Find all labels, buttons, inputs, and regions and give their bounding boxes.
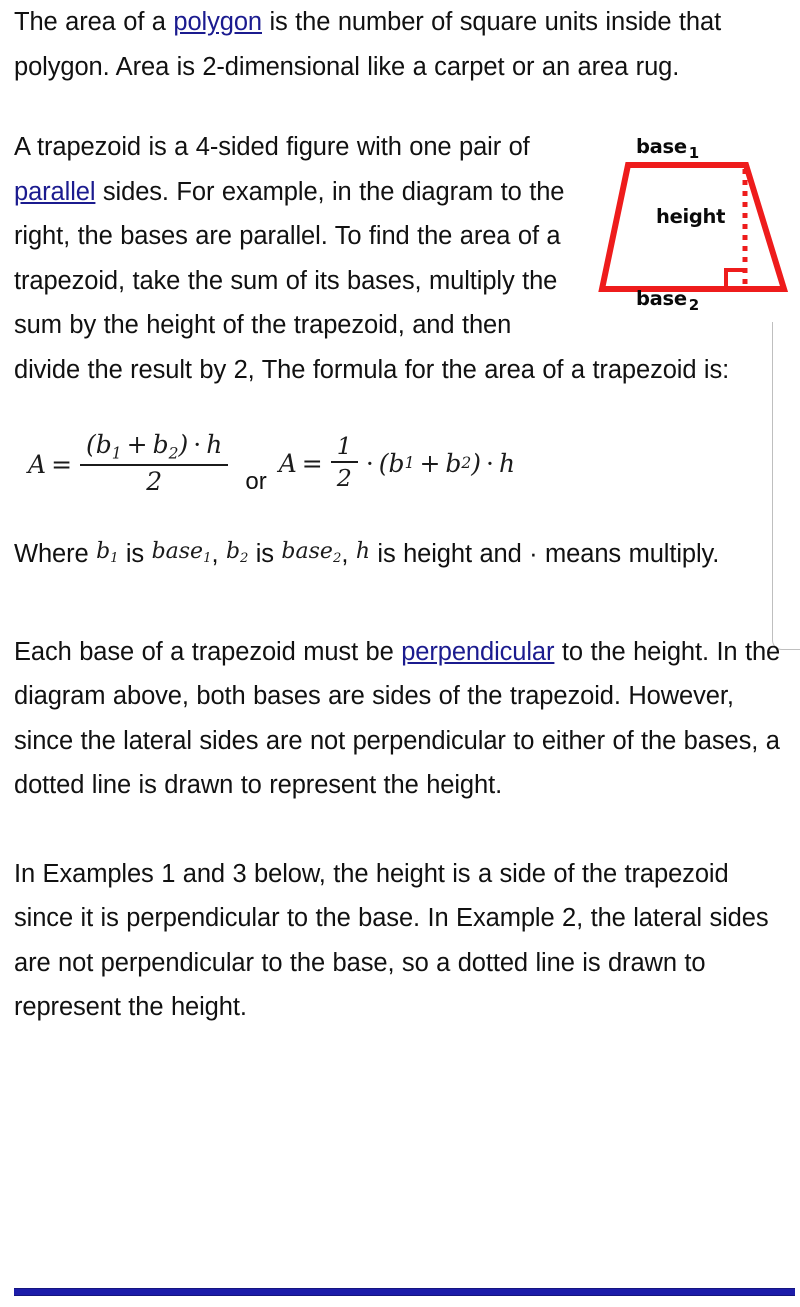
formula-1-b1: b [95, 430, 112, 459]
formula-1-dot: · [193, 430, 202, 459]
formula-2-b1: b [388, 448, 405, 478]
formula-2-b2-sub: 2 [461, 454, 472, 473]
formula-or-separator: or [245, 468, 267, 496]
formula-1-b1-sub: 1 [111, 444, 122, 463]
legend-is-2: is [248, 540, 282, 569]
formula-2-plus: + [419, 448, 441, 478]
formula-2-one-half: 1 2 [330, 432, 358, 492]
formula-2-dot-2: · [486, 448, 494, 478]
formula-1-equals: = [51, 449, 73, 479]
formula-1-A: A [28, 449, 47, 479]
formula-1-denominator: 2 [80, 463, 229, 497]
figure-label-base2: base 2 [636, 287, 699, 314]
article-page: The area of a polygon is the number of s… [0, 0, 800, 1307]
formula-2-A: A [278, 448, 297, 478]
paragraph-2-text-before-link: A trapezoid is a 4-sided figure with one… [14, 133, 530, 161]
legend-h-symbol: h [355, 539, 370, 565]
legend-base2-sub: 2 [332, 551, 342, 567]
paragraph-examples-note: In Examples 1 and 3 below, the height is… [14, 859, 769, 1022]
bottom-divider-rule [14, 1288, 795, 1296]
link-polygon[interactable]: polygon [173, 8, 262, 36]
legend-comma-2: , [341, 540, 356, 569]
link-perpendicular[interactable]: perpendicular [401, 638, 554, 666]
formula-1-open-paren: ( [86, 430, 96, 459]
legend-base1-word: base [151, 539, 204, 565]
legend-comma-1: , [211, 540, 226, 569]
formula-1-plus: + [126, 430, 148, 459]
formula-2-b1-sub: 1 [404, 454, 415, 473]
legend-b2-var: b [225, 539, 240, 565]
figure-label-base1-word: base [636, 135, 687, 158]
formula-1-b2: b [152, 430, 169, 459]
legend-b1-symbol: b1 [96, 539, 119, 567]
formula-2-b2: b [445, 448, 462, 478]
legend-b2-sub: 2 [239, 551, 249, 567]
right-angle-marker [724, 268, 745, 288]
formula-1-b2-sub: 2 [168, 444, 179, 463]
formula-1-close-paren: ) [178, 430, 189, 459]
formula-half-form: A = 1 2 ·(b 1 + b 2) · h [279, 432, 515, 492]
paragraph-area-definition: The area of a polygon is the number of s… [14, 0, 794, 89]
paragraph-perpendicular-rule: Each base of a trapezoid must be perpend… [14, 630, 794, 808]
legend-base2-word: base [281, 539, 333, 565]
article-content: The area of a polygon is the number of s… [0, 0, 800, 1030]
legend-b1-var: b [96, 539, 111, 565]
legend-where-word: Where [14, 540, 97, 569]
formula-2-close-paren: ) [471, 448, 482, 478]
legend-is-1: is [118, 540, 152, 569]
legend-b2-symbol: b2 [225, 539, 249, 567]
figure-label-base1: base 1 [636, 135, 699, 162]
formula-2-denominator: 2 [330, 460, 358, 492]
formula-1-fraction: (b1 + b2) · h 2 [80, 430, 229, 497]
formula-fraction-form: A = (b1 + b2) · h 2 [28, 430, 231, 497]
trapezoid-diagram: base 1 height base 2 [588, 131, 794, 316]
formula-1-h: h [206, 430, 223, 459]
formula-2-equals: = [301, 448, 323, 478]
formula-1-numerator: (b1 + b2) · h [80, 430, 228, 464]
legend-base1-symbol: base1 [151, 539, 212, 567]
formula-2-numerator: 1 [336, 432, 352, 460]
legend-base2-symbol: base2 [281, 539, 342, 567]
legend-base1-sub: 1 [203, 551, 212, 567]
formula-2-dot: · [365, 448, 374, 478]
paragraph-variable-legend: Where b1 is base1, b2 is base2, h is hei… [14, 532, 794, 585]
legend-tail-text: is height and · means multiply. [369, 540, 720, 569]
figure-label-base1-subscript: 1 [688, 143, 699, 162]
figure-and-paragraph-block: base 1 height base 2 A trapezoid is a 4-si… [14, 125, 794, 392]
formula-2-h: h [499, 448, 516, 478]
formula-2-open-paren: ( [378, 448, 389, 478]
legend-b1-sub: 1 [110, 551, 119, 567]
area-formula-row: A = (b1 + b2) · h 2 or A = 1 2 ·(b 1 + b 2) · h [14, 422, 794, 502]
paragraph-4-text-before-link: Each base of a trapezoid must be [14, 637, 402, 666]
figure-label-height: height [656, 205, 726, 228]
paragraph-1-text-before-link: The area of a [14, 8, 174, 36]
link-parallel[interactable]: parallel [14, 178, 96, 206]
figure-label-base2-word: base [636, 287, 687, 310]
figure-label-base2-subscript: 2 [688, 295, 699, 314]
